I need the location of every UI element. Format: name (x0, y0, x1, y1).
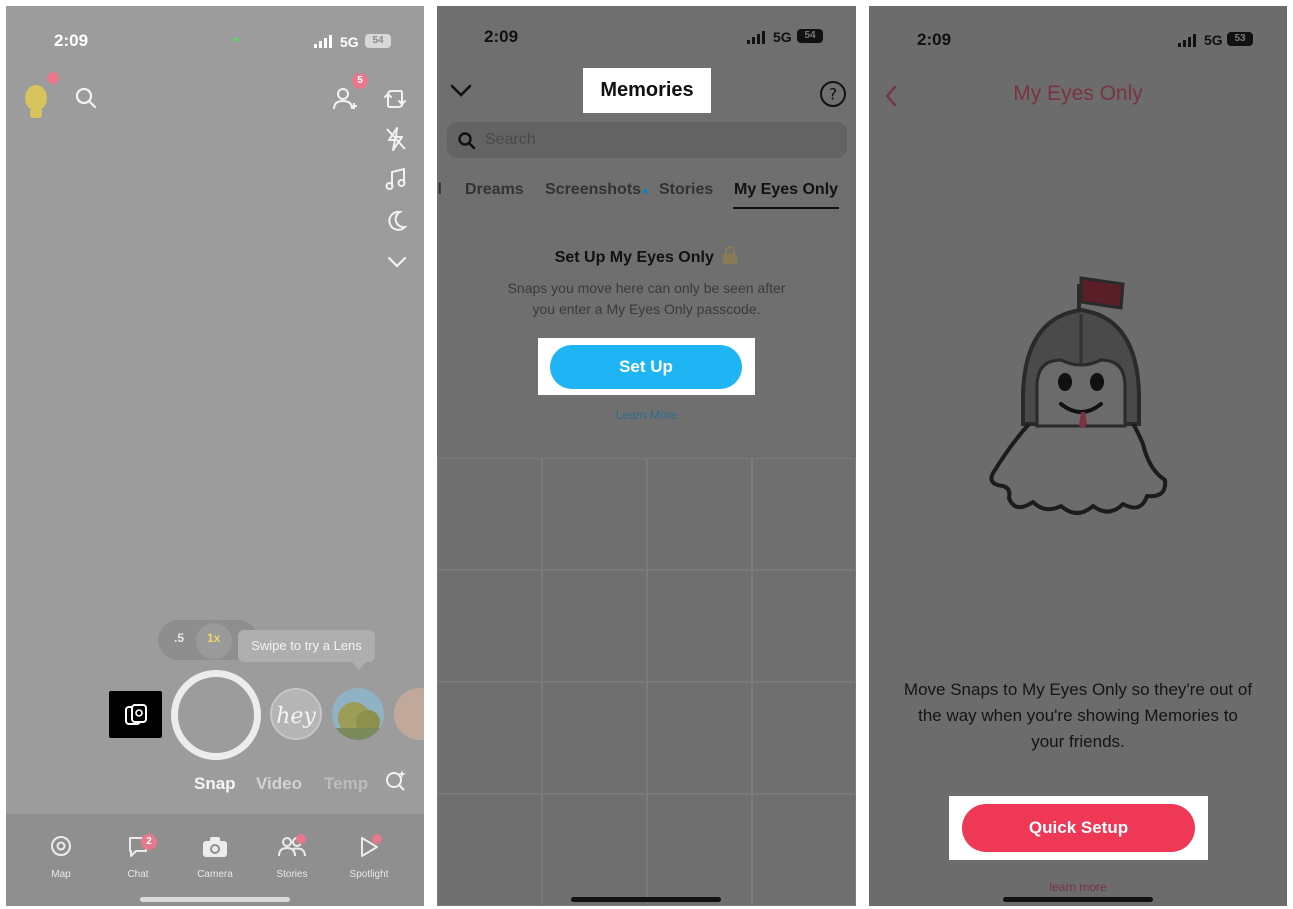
grid-cell (437, 794, 542, 906)
night-mode-icon[interactable] (385, 209, 408, 238)
lens-tooltip: Swipe to try a Lens (238, 630, 375, 670)
status-time: 2:09 (54, 31, 89, 50)
grid-cell (437, 682, 542, 794)
memories-cards-icon (125, 704, 147, 725)
svg-text:?: ? (829, 85, 838, 104)
my-eyes-only-screen: 2:09 5G 53 My Eyes Only Move Snaps to My… (869, 6, 1287, 906)
search-icon (458, 132, 476, 150)
grid-cell (437, 570, 542, 682)
tab-my-eyes-only[interactable]: My Eyes Only (734, 181, 838, 199)
grid-cell (647, 794, 752, 906)
battery-icon: 54 (797, 29, 823, 43)
mic-indicator-dot (234, 37, 239, 42)
grid-cell (542, 570, 647, 682)
ghost-knight-illustration-icon (981, 274, 1181, 529)
tab-stories[interactable]: Stories (659, 181, 713, 199)
spotlight-dot (372, 834, 382, 844)
flip-camera-icon[interactable] (382, 86, 408, 117)
nav-chat[interactable]: Chat (106, 834, 170, 880)
status-time: 2:09 (917, 30, 952, 49)
network-label: 5G (1204, 32, 1223, 48)
grid-cell (542, 458, 647, 570)
stories-dot (296, 834, 306, 844)
grid-cell (752, 458, 856, 570)
avatar-notification-dot (47, 72, 59, 84)
setup-button-highlight: Set Up (538, 338, 755, 395)
chevron-down-icon[interactable] (386, 254, 408, 275)
nav-stories[interactable]: Stories (260, 834, 324, 880)
grid-cell (752, 794, 856, 906)
active-tab-underline (733, 207, 839, 209)
quick-setup-highlight: Quick Setup (949, 796, 1208, 860)
map-pin-icon (51, 836, 71, 856)
friend-request-badge: 5 (352, 73, 368, 89)
grid-cell (752, 570, 856, 682)
my-eyes-only-description: Move Snaps to My Eyes Only so they're ou… (903, 680, 1253, 751)
home-indicator (140, 897, 290, 902)
memories-screen: 2:09 5G 54 Memories ? Search ll Dreams S… (437, 6, 856, 906)
lock-icon (723, 246, 738, 264)
grid-cell (647, 458, 752, 570)
grid-cell (647, 570, 752, 682)
lens-explore-icon[interactable] (384, 768, 408, 797)
battery-icon: 53 (1227, 32, 1253, 46)
tab-dreams[interactable]: Dreams (465, 181, 524, 199)
svg-text:hey: hey (276, 704, 316, 729)
setup-title: Set Up My Eyes Only (437, 246, 856, 267)
set-up-button[interactable]: Set Up (550, 345, 742, 389)
shutter-button[interactable] (171, 670, 261, 760)
tab-screenshots[interactable]: Screenshots (545, 181, 641, 199)
memories-grid-placeholder (437, 458, 856, 906)
zoom-option-half[interactable]: .5 (174, 631, 184, 645)
add-friend-icon[interactable] (332, 86, 358, 117)
home-indicator (571, 897, 721, 902)
nav-map[interactable]: Map (29, 834, 93, 880)
bottom-nav: Map Chat 2 Camera Stories Spotlight (6, 814, 424, 906)
new-content-dot (643, 189, 648, 194)
chevron-down-icon[interactable] (449, 82, 473, 105)
camera-icon (203, 837, 227, 857)
search-icon[interactable] (74, 86, 98, 115)
search-input[interactable]: Search (447, 122, 847, 158)
status-time: 2:09 (484, 27, 519, 46)
battery-icon: 54 (365, 34, 391, 48)
mode-templates[interactable]: Temp (324, 774, 368, 794)
network-label: 5G (773, 29, 792, 45)
page-title: Memories (583, 68, 711, 113)
zoom-option-1x[interactable]: 1x (207, 631, 220, 645)
camera-screen: 2:09 5G 54 5 .5 1x Swipe to try a Lens h… (6, 6, 424, 906)
setup-description: Snaps you move here can only be seen aft… (507, 280, 786, 317)
memories-button[interactable] (109, 691, 162, 738)
grid-cell (647, 682, 752, 794)
mode-snap[interactable]: Snap (194, 774, 236, 794)
home-indicator (1003, 897, 1153, 902)
flash-off-icon[interactable] (384, 126, 408, 157)
help-icon[interactable]: ? (819, 80, 847, 113)
learn-more-link[interactable]: Learn More (437, 408, 856, 422)
music-icon[interactable] (384, 166, 408, 197)
signal-icon (747, 31, 765, 44)
lens-hey[interactable]: hey (270, 688, 322, 740)
learn-more-link[interactable]: learn more (869, 880, 1287, 894)
tab-all[interactable]: ll (437, 181, 442, 199)
page-title: My Eyes Only (1013, 82, 1143, 105)
mode-video[interactable]: Video (256, 774, 302, 794)
signal-icon (314, 35, 332, 48)
nav-camera[interactable]: Camera (183, 834, 247, 880)
bitmoji-avatar-icon[interactable] (22, 84, 50, 125)
grid-cell (542, 794, 647, 906)
grid-cell (437, 458, 542, 570)
chat-badge: 2 (141, 834, 157, 850)
lens-landscape[interactable] (332, 688, 384, 740)
nav-spotlight[interactable]: Spotlight (337, 834, 401, 880)
grid-cell (542, 682, 647, 794)
network-label: 5G (340, 34, 359, 50)
signal-icon (1178, 34, 1196, 47)
lens-portrait[interactable] (394, 688, 424, 740)
grid-cell (752, 682, 856, 794)
quick-setup-button[interactable]: Quick Setup (962, 804, 1195, 852)
